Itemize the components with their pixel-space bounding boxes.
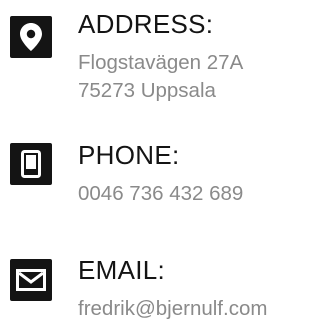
phone-heading: PHONE: [78, 140, 180, 170]
location-pin-icon [10, 16, 52, 58]
envelope-icon [10, 259, 52, 301]
address-city: 75273 Uppsala [78, 79, 216, 102]
address-heading: ADDRESS: [78, 9, 214, 39]
mobile-phone-icon [10, 143, 52, 185]
address-street: Flogstavägen 27A [78, 51, 244, 74]
phone-number[interactable]: 0046 736 432 689 [78, 180, 243, 208]
email-heading: EMAIL: [78, 255, 166, 285]
email-address[interactable]: fredrik@bjernulf.com [78, 295, 267, 323]
